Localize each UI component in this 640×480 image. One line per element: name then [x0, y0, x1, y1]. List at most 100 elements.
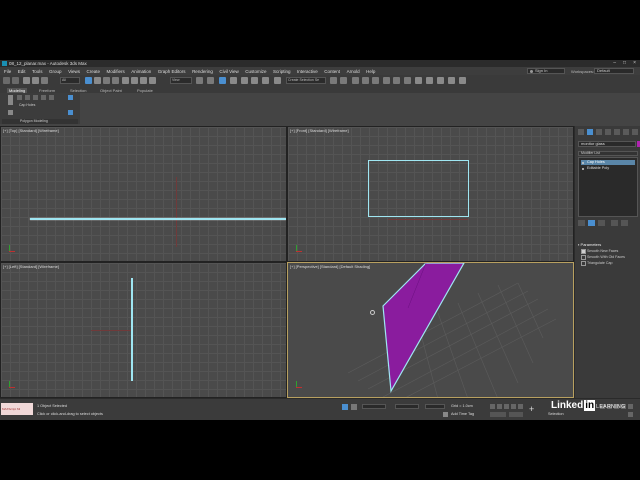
rendered-frame-window-icon[interactable] — [426, 77, 433, 84]
render-setup-icon[interactable] — [415, 77, 422, 84]
material-editor-icon[interactable] — [404, 77, 411, 84]
link-icon[interactable] — [23, 77, 30, 84]
maxscript-listener[interactable]: MAXScript Mi — [1, 403, 33, 415]
expand-icon[interactable] — [582, 167, 584, 170]
go-to-start-icon[interactable] — [490, 404, 495, 409]
window-crossing-icon[interactable] — [112, 77, 119, 84]
reference-coordinate-dropdown[interactable]: View — [170, 77, 192, 84]
maximize-icon[interactable]: □ — [623, 60, 626, 66]
render-production-icon[interactable] — [437, 77, 444, 84]
checkbox-icon[interactable] — [581, 249, 586, 254]
ribbon-edge-icon[interactable] — [25, 95, 30, 100]
spinner-snap-icon[interactable] — [262, 77, 269, 84]
viewport-label-top[interactable]: [+] [Top] [Standard] [Wireframe] — [3, 128, 59, 133]
menu-content[interactable]: Content — [324, 69, 340, 74]
x-coordinate-field[interactable] — [362, 404, 386, 409]
ribbon-modify-mode-icon[interactable] — [8, 95, 13, 105]
scale-icon[interactable] — [140, 77, 147, 84]
viewport-front[interactable]: [+] [Front] [Standard] [Wireframe] — [287, 126, 574, 262]
ribbon-element-icon[interactable] — [49, 95, 54, 100]
menu-rendering[interactable]: Rendering — [192, 69, 213, 74]
menu-edit[interactable]: Edit — [18, 69, 26, 74]
maximize-viewport-icon[interactable] — [628, 412, 633, 417]
menu-graph-editors[interactable]: Graph Editors — [158, 69, 186, 74]
workspaces-dropdown[interactable]: Default — [594, 68, 634, 74]
sign-in-button[interactable]: Sign In — [527, 68, 565, 74]
menu-group[interactable]: Group — [49, 69, 62, 74]
checkbox-icon[interactable] — [581, 255, 586, 260]
time-tag-icon[interactable] — [443, 412, 448, 417]
angle-snap-icon[interactable] — [241, 77, 248, 84]
stack-item-cap-holes[interactable]: Cap Holes — [581, 160, 635, 165]
configure-modifier-sets-icon[interactable] — [621, 220, 628, 226]
option-smooth-with-old-faces[interactable]: Smooth With Old Faces — [581, 255, 625, 260]
current-frame-plus[interactable]: + — [529, 405, 543, 414]
curve-editor-icon[interactable] — [383, 77, 390, 84]
viewport-top[interactable]: [+] [Top] [Standard] [Wireframe] — [0, 126, 287, 262]
move-icon[interactable] — [122, 77, 129, 84]
auto-key-icon[interactable] — [490, 412, 506, 417]
z-coordinate-field[interactable] — [425, 404, 445, 409]
display-tab-icon[interactable] — [614, 129, 620, 135]
add-time-tag-button[interactable]: Add Time Tag — [451, 412, 474, 416]
show-end-result-icon[interactable] — [588, 220, 595, 226]
tab-object-paint[interactable]: Object Paint — [100, 88, 122, 93]
percent-snap-icon[interactable] — [251, 77, 258, 84]
pivot-center-icon[interactable] — [196, 77, 203, 84]
hierarchy-tab-icon[interactable] — [596, 129, 602, 135]
render-in-cloud-icon[interactable] — [448, 77, 455, 84]
viewport-left[interactable]: [+] [Left] [Standard] [Wireframe] — [0, 262, 287, 398]
ribbon-vertex-icon[interactable] — [17, 95, 22, 100]
set-key-icon[interactable] — [509, 412, 523, 417]
make-unique-icon[interactable] — [598, 220, 605, 226]
modify-tab-icon[interactable] — [587, 129, 593, 135]
option-smooth-new-faces[interactable]: Smooth New Faces — [581, 249, 618, 254]
next-frame-icon[interactable] — [511, 404, 516, 409]
previous-frame-icon[interactable] — [497, 404, 502, 409]
select-manipulate-icon[interactable] — [207, 77, 214, 84]
pin-stack-icon[interactable] — [578, 220, 585, 226]
toggle-ribbon-icon[interactable] — [372, 77, 379, 84]
region-select-icon[interactable] — [103, 77, 110, 84]
checkbox-icon[interactable] — [581, 261, 586, 266]
menu-modifiers[interactable]: Modifiers — [107, 69, 125, 74]
snaps-toggle-icon[interactable] — [230, 77, 237, 84]
menu-animation[interactable]: Animation — [131, 69, 151, 74]
viewport-label-perspective[interactable]: [+] [Perspective] [Standard] [Default Sh… — [290, 264, 370, 269]
ribbon-next-icon[interactable] — [68, 110, 73, 115]
eye-icon[interactable] — [582, 161, 584, 164]
selected-plane-top-view[interactable] — [30, 218, 286, 220]
place-icon[interactable] — [149, 77, 156, 84]
absolute-mode-icon[interactable] — [351, 404, 357, 410]
edit-named-selection-icon[interactable] — [274, 77, 281, 84]
polygon-modeling-footer[interactable]: Polygon Modeling — [2, 119, 78, 124]
arnold-render-icon[interactable] — [459, 77, 466, 84]
viewport-perspective[interactable]: [+] [Perspective] [Standard] [Default Sh… — [287, 262, 574, 398]
remove-modifier-icon[interactable] — [611, 220, 618, 226]
menu-scripting[interactable]: Scripting — [273, 69, 291, 74]
ribbon-border-icon[interactable] — [33, 95, 38, 100]
selection-filter-dropdown[interactable]: All — [60, 77, 80, 84]
redo-icon[interactable] — [12, 77, 19, 84]
go-to-end-icon[interactable] — [518, 404, 523, 409]
lock-selection-icon[interactable] — [342, 404, 348, 410]
menu-views[interactable]: Views — [68, 69, 80, 74]
menu-tools[interactable]: Tools — [32, 69, 43, 74]
menu-create[interactable]: Create — [87, 69, 101, 74]
create-tab-icon[interactable] — [578, 129, 584, 135]
select-object-icon[interactable] — [85, 77, 92, 84]
motion-tab-icon[interactable] — [605, 129, 611, 135]
ribbon-polygon-icon[interactable] — [41, 95, 46, 100]
play-icon[interactable] — [504, 404, 509, 409]
viewport-label-left[interactable]: [+] [Left] [Standard] [Wireframe] — [3, 264, 59, 269]
undo-icon[interactable] — [3, 77, 10, 84]
stack-item-editable-poly[interactable]: Editable Poly — [581, 166, 635, 171]
named-selection-dropdown[interactable]: Create Selection Se — [286, 77, 326, 84]
tab-modeling[interactable]: Modeling — [7, 87, 28, 93]
unlink-icon[interactable] — [32, 77, 39, 84]
minimize-icon[interactable]: – — [613, 60, 616, 66]
modifier-list-dropdown[interactable]: Modifier List — [578, 151, 638, 156]
tab-populate[interactable]: Populate — [137, 88, 153, 93]
y-coordinate-field[interactable] — [395, 404, 419, 409]
menu-customize[interactable]: Customize — [245, 69, 266, 74]
